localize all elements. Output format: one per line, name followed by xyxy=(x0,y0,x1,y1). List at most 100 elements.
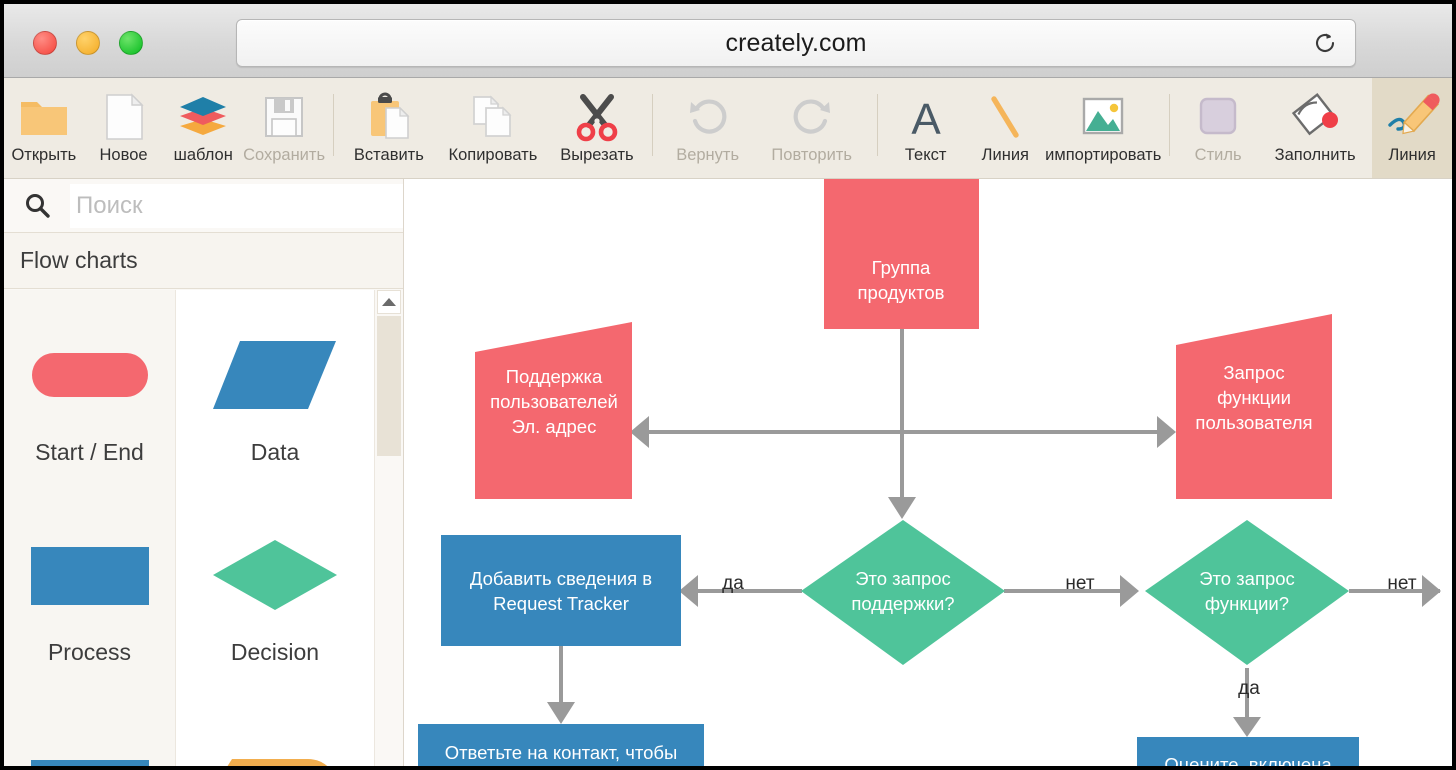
node-group-products[interactable]: Группа продуктов xyxy=(824,179,979,329)
node-add-to-request-tracker[interactable]: Добавить сведения в Request Tracker xyxy=(441,535,681,646)
node-feature-request[interactable]: Запрос функции пользователя xyxy=(1176,314,1332,499)
shape-item-process[interactable]: Process xyxy=(4,490,175,690)
browser-window: creately.com Открыть Новое шаблон Сохран… xyxy=(0,0,1456,770)
diagram-canvas[interactable]: Группа продуктов Поддержка пользователей… xyxy=(404,179,1452,770)
node-reply-to-contact[interactable]: Ответьте на контакт, чтобы уведомить кон… xyxy=(418,724,704,770)
arrowhead-left xyxy=(630,416,649,448)
window-controls xyxy=(33,31,143,55)
search-input[interactable] xyxy=(70,183,403,228)
arrowhead-down xyxy=(888,497,916,519)
toolbar-label: Открыть xyxy=(11,146,77,164)
toolbar-button-text[interactable]: A Текст xyxy=(886,78,966,178)
node-support-mail[interactable]: Поддержка пользователей Эл. адрес xyxy=(475,322,632,499)
paste-icon xyxy=(364,89,414,145)
shape-item-extra-process[interactable] xyxy=(4,690,175,766)
node-label-line: Ответьте на контакт, чтобы xyxy=(445,742,678,763)
toolbar-button-cut[interactable]: Вырезать xyxy=(550,78,644,178)
toolbar-label: Текст xyxy=(904,146,947,164)
toolbar-button-copy[interactable]: Копировать xyxy=(436,78,550,178)
toolbar-button-fill[interactable]: Заполнить xyxy=(1258,78,1372,178)
sidebar-scrollbar[interactable] xyxy=(375,290,403,766)
shape-item-decision[interactable]: Decision xyxy=(176,490,374,690)
toolbar-label: Новое xyxy=(99,146,148,164)
toolbar-label: Вернуть xyxy=(676,146,740,164)
minimize-window-button[interactable] xyxy=(76,31,100,55)
node-label-line: продуктов xyxy=(858,282,945,303)
shape-item-data[interactable]: Data xyxy=(176,290,374,490)
new-page-icon xyxy=(101,89,147,145)
fill-icon xyxy=(1288,89,1342,145)
node-label-line: Группа xyxy=(872,257,931,278)
arrowhead-down xyxy=(547,702,575,724)
redo-icon xyxy=(788,89,836,145)
shape-category-label: Flow charts xyxy=(20,247,138,273)
toolbar-button-line[interactable]: Линия xyxy=(965,78,1045,178)
toolbar-label: Линия xyxy=(1388,146,1436,164)
rectangle-shape-icon xyxy=(29,728,151,766)
shape-item-label: Data xyxy=(250,438,300,465)
node-label-line: пользователей xyxy=(490,391,618,412)
address-bar[interactable]: creately.com xyxy=(236,19,1356,67)
flowchart-svg: Группа продуктов Поддержка пользователей… xyxy=(418,179,1441,770)
style-icon xyxy=(1194,89,1242,145)
edge-label-feature-yes: да xyxy=(1238,678,1260,699)
node-rate-included[interactable]: Оцените, включена xyxy=(1137,737,1359,770)
node-label-line: Это запрос xyxy=(1199,568,1295,589)
node-label-line: Это запрос xyxy=(855,568,951,589)
browser-title-bar: creately.com xyxy=(4,4,1452,78)
parallelogram-shape-icon xyxy=(210,315,340,435)
app-toolbar: Открыть Новое шаблон Сохранить Вставить … xyxy=(4,78,1452,179)
toolbar-button-style[interactable]: Стиль xyxy=(1178,78,1258,178)
toolbar-divider xyxy=(651,94,653,156)
zoom-window-button[interactable] xyxy=(119,31,143,55)
toolbar-button-redo[interactable]: Повторить xyxy=(755,78,869,178)
node-label-line: Поддержка xyxy=(506,366,603,387)
arrowhead-right xyxy=(1120,575,1139,607)
shape-grid: Start / End Process Data Decision xyxy=(4,290,403,766)
node-label-line: Запрос xyxy=(1223,362,1284,383)
node-label-line: Оцените, включена xyxy=(1164,754,1332,770)
reload-icon[interactable] xyxy=(1311,29,1339,57)
toolbar-button-paste[interactable]: Вставить xyxy=(342,78,436,178)
toolbar-label: Линия xyxy=(981,146,1029,164)
arrowhead-down xyxy=(1233,717,1261,737)
copy-icon xyxy=(468,89,518,145)
toolbar-label: Стиль xyxy=(1194,146,1242,164)
node-is-feature-request[interactable]: Это запрос функции? xyxy=(1145,520,1349,665)
chevron-up-icon[interactable] xyxy=(377,290,401,314)
toolbar-button-open[interactable]: Открыть xyxy=(4,78,84,178)
toolbar-label: Заполнить xyxy=(1274,146,1356,164)
toolbar-button-import[interactable]: импортировать xyxy=(1045,78,1161,178)
node-label-line: пользователя xyxy=(1195,412,1312,433)
node-label-line: Добавить сведения в xyxy=(470,568,652,589)
toolbar-label: Вставить xyxy=(353,146,424,164)
import-image-icon xyxy=(1077,89,1129,145)
node-label-line: функции? xyxy=(1205,593,1289,614)
scrollbar-thumb[interactable] xyxy=(377,316,401,456)
toolbar-button-template[interactable]: шаблон xyxy=(163,78,243,178)
text-icon: A xyxy=(904,89,948,145)
toolbar-label: шаблон xyxy=(173,146,233,164)
toolbar-button-save[interactable]: Сохранить xyxy=(243,78,325,178)
node-shape xyxy=(824,179,979,329)
shape-item-label: Start / End xyxy=(35,438,144,465)
svg-text:A: A xyxy=(911,95,941,140)
url-text: creately.com xyxy=(725,28,867,57)
toolbar-divider xyxy=(333,94,334,156)
edge-label-support-yes: да xyxy=(722,573,744,594)
toolbar-button-new[interactable]: Новое xyxy=(84,78,164,178)
shape-item-label: Process xyxy=(47,638,132,665)
close-window-button[interactable] xyxy=(33,31,57,55)
scissors-icon xyxy=(571,89,623,145)
toolbar-label: Повторить xyxy=(771,146,852,164)
shapes-sidebar: Flow charts Start / End Process xyxy=(4,179,404,766)
shape-category-header[interactable]: Flow charts xyxy=(4,233,403,289)
template-icon xyxy=(176,89,230,145)
shape-item-document[interactable] xyxy=(176,690,374,766)
edge-label-support-no: нет xyxy=(1065,573,1094,594)
toolbar-button-line-style[interactable]: Линия xyxy=(1372,78,1452,178)
toolbar-button-undo[interactable]: Вернуть xyxy=(661,78,755,178)
shape-item-start-end[interactable]: Start / End xyxy=(4,290,175,490)
search-icon[interactable] xyxy=(4,191,70,221)
node-is-support-request[interactable]: Это запрос поддержки? xyxy=(801,520,1005,665)
